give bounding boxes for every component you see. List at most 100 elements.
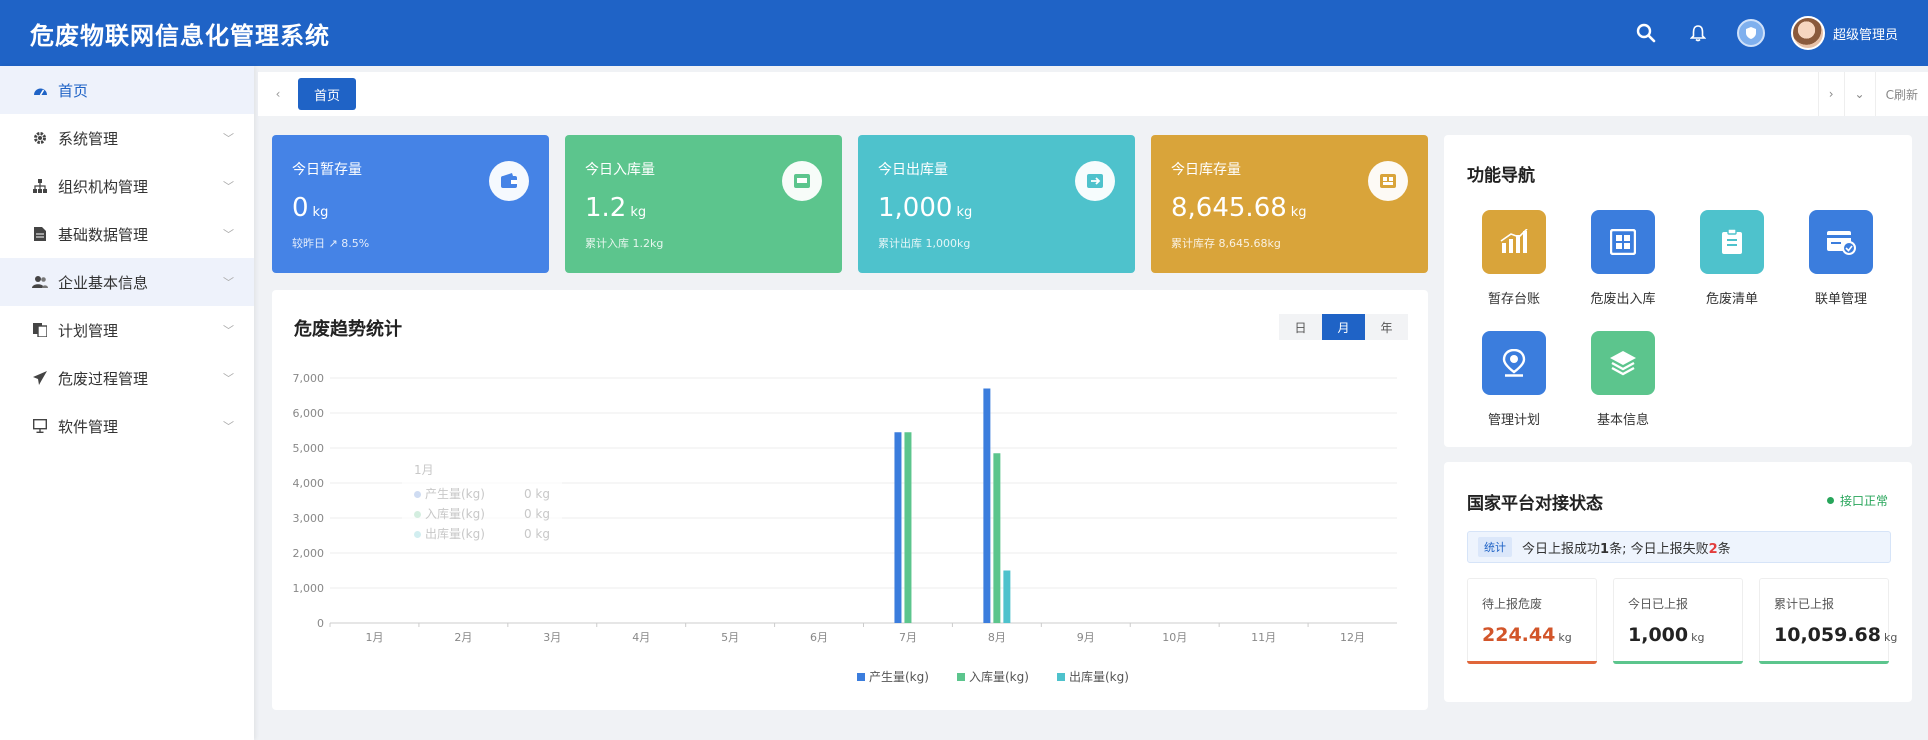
nav-tile-plan[interactable]: 管理计划 [1459, 331, 1569, 428]
sidebar-item-enterprise[interactable]: 企业基本信息 ﹀ [0, 258, 254, 306]
x-tick-label: 6月 [810, 631, 828, 644]
tooltip-value: 0 kg [523, 527, 550, 541]
warehouse-icon [1368, 161, 1408, 201]
card-unit: kg [1883, 631, 1898, 644]
nav-tile-label: 联单管理 [1814, 292, 1867, 307]
nav-tile-storage-ledger[interactable]: 暂存台账 [1459, 210, 1569, 307]
report-summary: 统计 今日上报成功1条; 今日上报失败2条 [1467, 531, 1891, 563]
x-tick-label: 9月 [1077, 631, 1095, 644]
sidebar-item-process[interactable]: 危废过程管理 ﹀ [0, 354, 254, 402]
send-icon [32, 370, 48, 386]
status-dot-icon [1826, 497, 1834, 504]
x-tick-label: 4月 [632, 631, 650, 644]
stat-subtext: 累计库存 8,645.68kg [1171, 237, 1281, 250]
dashboard-icon [32, 82, 48, 98]
legend-label: 出库量(kg) [1069, 669, 1129, 684]
sidebar-item-software[interactable]: 软件管理 ﹀ [0, 402, 254, 450]
user-menu[interactable]: 超级管理员 [1790, 16, 1898, 50]
refresh-button[interactable]: C刷新 [1874, 72, 1928, 116]
stat-value: 0 [292, 193, 309, 223]
card-unit: kg [1691, 631, 1705, 644]
tab-home[interactable]: 首页 [298, 78, 357, 110]
sidebar-item-plan[interactable]: 计划管理 ﹀ [0, 306, 254, 354]
clipboard-icon [1700, 210, 1764, 274]
chevron-down-icon: ﹀ [223, 372, 234, 385]
top-header: 危废物联网信息化管理系统 超级管理员 [0, 0, 1928, 66]
card-accent-bar [1613, 661, 1743, 664]
nav-tile-label: 暂存台账 [1487, 292, 1540, 307]
sidebar-item-org[interactable]: 组织机构管理 ﹀ [0, 162, 254, 210]
period-month-button[interactable]: 月 [1322, 314, 1365, 340]
copy-icon [32, 322, 48, 338]
bar-2 [904, 432, 912, 623]
document-icon [32, 226, 48, 242]
sidebar-item-system[interactable]: 系统管理 ﹀ [0, 114, 254, 162]
x-tick-label: 8月 [988, 631, 1006, 644]
card-label: 待上报危废 [1482, 597, 1543, 611]
tooltip-label: 出库量(kg) [425, 527, 485, 541]
sidebar-item-label: 软件管理 [58, 417, 119, 436]
period-day-button[interactable]: 日 [1279, 314, 1322, 340]
period-year-button[interactable]: 年 [1365, 314, 1408, 340]
x-tick-label: 10月 [1162, 631, 1187, 644]
nav-tile-waste-list[interactable]: 危废清单 [1677, 210, 1787, 307]
chart-title: 危废趋势统计 [294, 319, 402, 340]
bar-3 [1003, 570, 1011, 623]
stat-subtext: 累计出库 1,000kg [878, 237, 971, 250]
tabs-bar: ‹ 首页 › ⌄ C刷新 [258, 72, 1928, 116]
nav-tile-label: 管理计划 [1487, 413, 1540, 428]
stat-card-storage: 今日暂存量 0 kg 较昨日 ↗ 8.5% [272, 135, 549, 273]
chevron-down-icon: ﹀ [223, 276, 234, 289]
nav-tile-label: 危废清单 [1705, 292, 1758, 307]
sidebar-item-label: 组织机构管理 [58, 177, 149, 196]
chevron-right-icon[interactable]: › [1817, 72, 1844, 116]
card-value: 10,059.68 [1774, 624, 1881, 646]
stat-unit: kg [312, 205, 329, 220]
card-label: 今日已上报 [1628, 597, 1689, 611]
nav-tile-basic-info[interactable]: 基本信息 [1568, 331, 1678, 428]
bar-1 [983, 388, 991, 623]
card-value: 224.44 [1482, 624, 1556, 646]
pending-report-card: 待上报危废 224.44 kg [1467, 578, 1597, 664]
stat-value: 8,645.68 [1171, 193, 1287, 223]
sidebar-item-home[interactable]: 首页 [0, 66, 254, 114]
chevron-down-icon: ﹀ [223, 180, 234, 193]
chevron-left-icon[interactable]: ‹ [258, 87, 298, 101]
status-text: 接口正常 [1839, 494, 1888, 508]
avatar [1790, 16, 1825, 50]
stat-unit: kg [1290, 205, 1307, 220]
search-icon[interactable] [1633, 20, 1659, 46]
bar-1 [894, 432, 902, 623]
legend-label: 产生量(kg) [869, 670, 929, 684]
interface-status: 接口正常 [1826, 492, 1888, 509]
tooltip-title: 1月 [414, 463, 434, 477]
shield-icon[interactable] [1736, 19, 1765, 47]
sidebar-item-basedata[interactable]: 基础数据管理 ﹀ [0, 210, 254, 258]
monitor-icon [32, 418, 48, 434]
bell-icon[interactable] [1685, 20, 1711, 46]
card-accent-bar [1759, 661, 1889, 664]
total-reported-card: 累计已上报 10,059.68 kg [1759, 578, 1897, 664]
chevron-down-icon: ﹀ [223, 324, 234, 337]
sidebar-item-label: 基础数据管理 [58, 225, 149, 244]
y-tick-label: 7,000 [293, 372, 325, 385]
nav-tile-label: 基本信息 [1596, 413, 1649, 428]
nav-title: 功能导航 [1467, 166, 1535, 186]
card-icon [1809, 210, 1873, 274]
sidebar-item-label: 计划管理 [58, 321, 119, 340]
wallet-icon [489, 161, 529, 201]
grid-icon [1591, 210, 1655, 274]
chevron-down-icon[interactable]: ⌄ [1843, 72, 1875, 116]
x-tick-label: 7月 [899, 631, 917, 644]
stat-subtext: 较昨日 ↗ 8.5% [292, 237, 370, 250]
bar-2 [993, 453, 1001, 623]
x-tick-label: 11月 [1251, 631, 1276, 644]
period-switch: 日 月 年 [1279, 314, 1408, 340]
stat-unit: kg [630, 205, 647, 220]
y-tick-label: 1,000 [293, 582, 325, 595]
chart-tooltip: 1月 产生量(kg) 0 kg 入库量(kg) 0 kg 出库量(kg) 0 kg [402, 452, 562, 552]
y-tick-label: 2,000 [293, 547, 325, 560]
nav-tile-manifest[interactable]: 联单管理 [1786, 210, 1896, 307]
nav-tile-inout[interactable]: 危废出入库 [1568, 210, 1678, 307]
y-tick-label: 5,000 [293, 442, 325, 455]
